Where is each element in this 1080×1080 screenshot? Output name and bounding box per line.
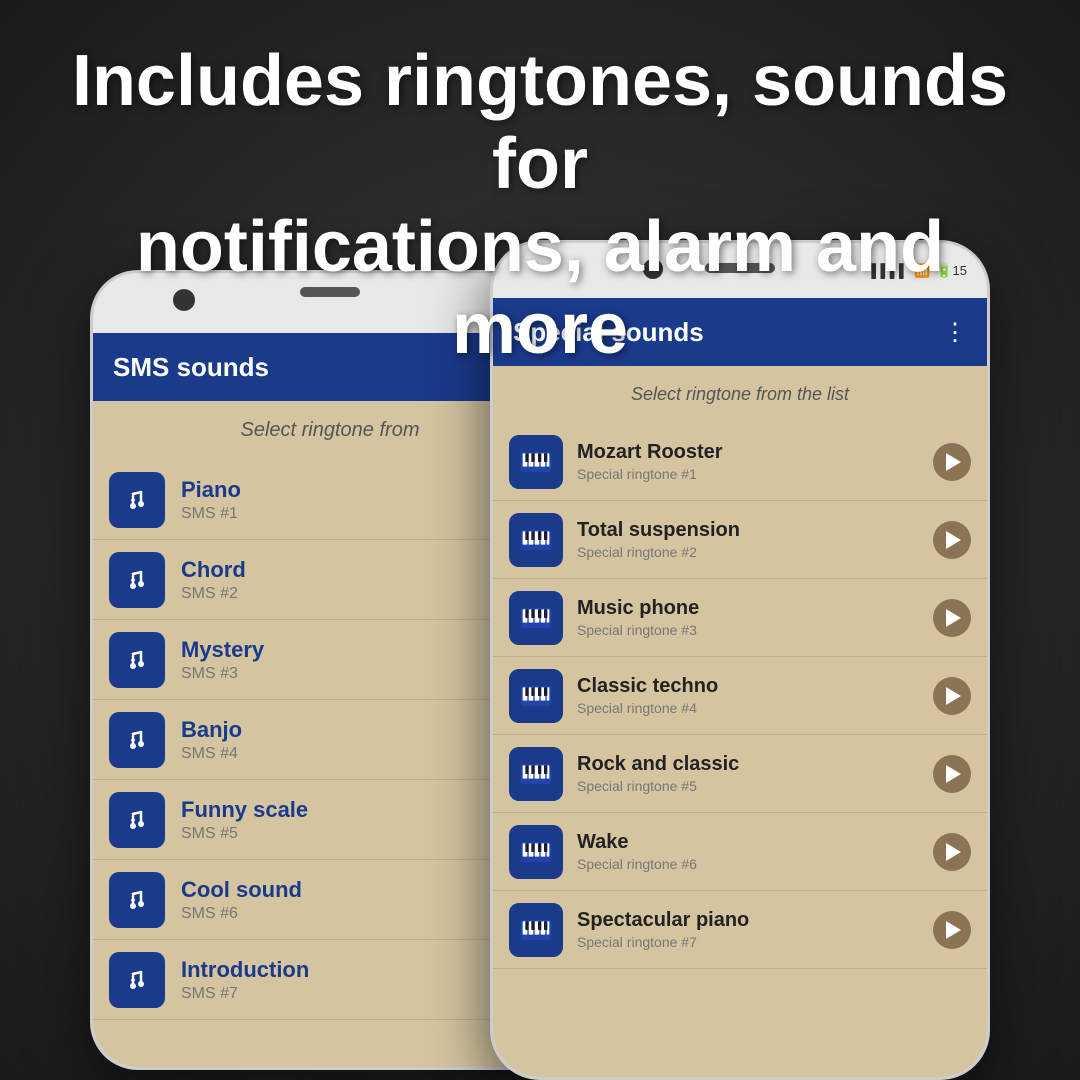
- special-item-sub: Special ringtone #4: [577, 700, 933, 716]
- play-button-4[interactable]: [933, 677, 971, 715]
- sms-item-icon: [109, 952, 165, 1008]
- special-item-info: Wake Special ringtone #6: [577, 831, 933, 872]
- special-item-sub: Special ringtone #2: [577, 544, 933, 560]
- special-item-info: Mozart Rooster Special ringtone #1: [577, 441, 933, 482]
- special-item-name: Music phone: [577, 597, 933, 620]
- sms-item-icon: [109, 872, 165, 928]
- sms-item-icon: [109, 712, 165, 768]
- special-list: Mozart Rooster Special ringtone #1 Total…: [493, 423, 987, 969]
- special-items-container: Mozart Rooster Special ringtone #1 Total…: [493, 423, 987, 969]
- special-list-item[interactable]: Mozart Rooster Special ringtone #1: [493, 423, 987, 501]
- headline-line2: notifications, alarm and more: [136, 207, 944, 370]
- special-item-info: Spectacular piano Special ringtone #7: [577, 909, 933, 950]
- special-list-item[interactable]: Spectacular piano Special ringtone #7: [493, 891, 987, 969]
- sms-item-icon: [109, 792, 165, 848]
- special-list-item[interactable]: Music phone Special ringtone #3: [493, 579, 987, 657]
- special-item-sub: Special ringtone #5: [577, 778, 933, 794]
- special-list-item[interactable]: Classic techno Special ringtone #4: [493, 657, 987, 735]
- special-item-icon: [509, 513, 563, 567]
- play-button-3[interactable]: [933, 599, 971, 637]
- special-item-icon: [509, 747, 563, 801]
- sms-item-icon: [109, 632, 165, 688]
- special-item-info: Classic techno Special ringtone #4: [577, 675, 933, 716]
- special-item-sub: Special ringtone #6: [577, 856, 933, 872]
- special-item-icon: [509, 669, 563, 723]
- special-item-name: Classic techno: [577, 675, 933, 698]
- special-item-name: Mozart Rooster: [577, 441, 933, 464]
- special-item-name: Wake: [577, 831, 933, 854]
- special-item-name: Total suspension: [577, 519, 933, 542]
- special-list-item[interactable]: Wake Special ringtone #6: [493, 813, 987, 891]
- play-button-1[interactable]: [933, 443, 971, 481]
- special-item-sub: Special ringtone #1: [577, 466, 933, 482]
- special-item-icon: [509, 903, 563, 957]
- sms-item-icon: [109, 472, 165, 528]
- special-item-name: Spectacular piano: [577, 909, 933, 932]
- special-item-info: Total suspension Special ringtone #2: [577, 519, 933, 560]
- header-section: Includes ringtones, sounds for notificat…: [0, 20, 1080, 391]
- special-item-icon: [509, 825, 563, 879]
- special-item-info: Rock and classic Special ringtone #5: [577, 753, 933, 794]
- play-button-5[interactable]: [933, 755, 971, 793]
- headline: Includes ringtones, sounds for notificat…: [60, 40, 1020, 371]
- special-item-icon: [509, 591, 563, 645]
- sms-item-icon: [109, 552, 165, 608]
- special-item-sub: Special ringtone #3: [577, 622, 933, 638]
- special-item-icon: [509, 435, 563, 489]
- play-button-6[interactable]: [933, 833, 971, 871]
- special-item-info: Music phone Special ringtone #3: [577, 597, 933, 638]
- special-list-item[interactable]: Total suspension Special ringtone #2: [493, 501, 987, 579]
- headline-line1: Includes ringtones, sounds for: [72, 41, 1008, 204]
- right-phone-screen: Special sounds ⋮ Select ringtone from th…: [493, 298, 987, 1077]
- special-list-item[interactable]: Rock and classic Special ringtone #5: [493, 735, 987, 813]
- play-button-2[interactable]: [933, 521, 971, 559]
- special-item-sub: Special ringtone #7: [577, 934, 933, 950]
- special-item-name: Rock and classic: [577, 753, 933, 776]
- play-button-7[interactable]: [933, 911, 971, 949]
